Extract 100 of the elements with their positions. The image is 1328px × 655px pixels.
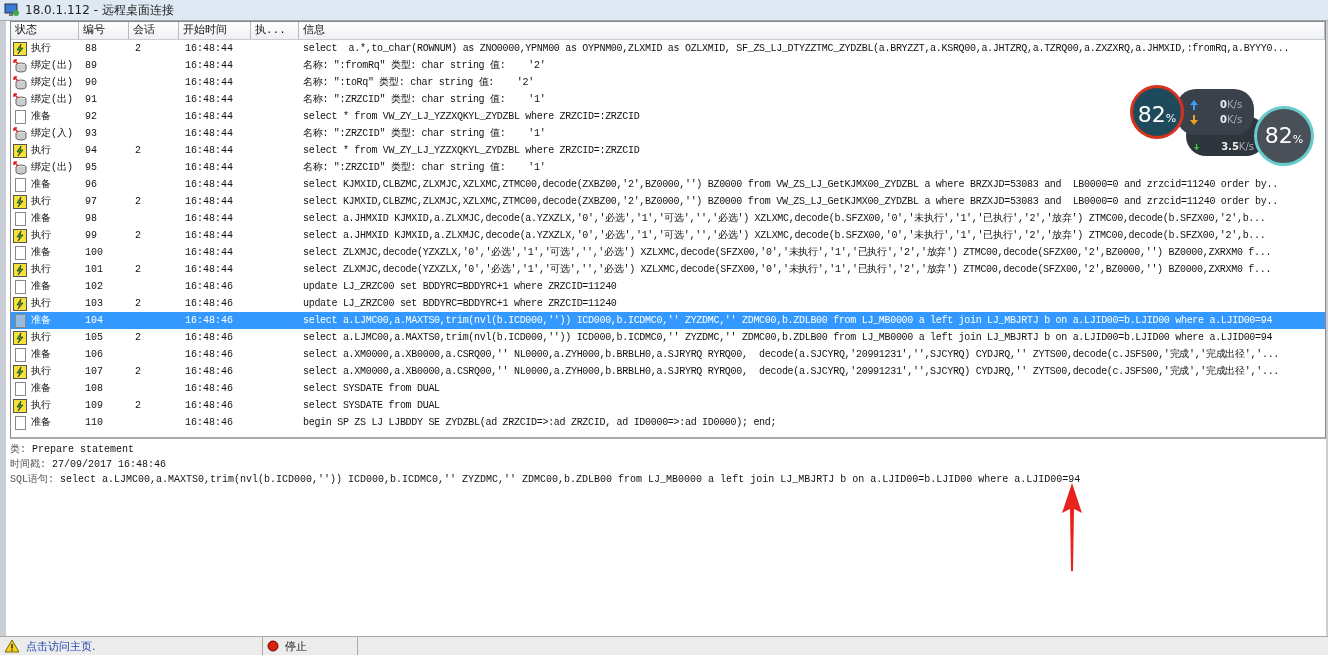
table-cell-text: 16:48:44 — [184, 229, 234, 243]
table-cell-text: 110 — [84, 416, 104, 430]
status-cell[interactable]: 绑定(出) — [11, 91, 79, 108]
column-header[interactable]: 会话 — [129, 22, 179, 39]
table-cell-text: 92 — [84, 110, 98, 124]
field-value: select a.LJMC00,a.MAXTS0,trim(nvl(b.ICD000,'')) ICD000,b.ICDMC0,'' ZYZDMC,'' ZDMC00,b.ZDLB00 from LJ_MB0000 a left join LJ_MBJRTJ b on a.LJID00=b.LJID00 where a.LJID00=94 — [60, 473, 1081, 486]
status-cell[interactable]: 准备 — [11, 210, 79, 227]
stop-dot-icon — [267, 640, 279, 652]
status-cell[interactable]: 执行 — [11, 227, 79, 244]
page-icon — [13, 381, 27, 396]
down-arrow-icon — [1194, 141, 1200, 152]
table-cell-text: 16:48:44 — [184, 195, 234, 209]
table-cell-text: 97 — [84, 195, 98, 209]
status-text: 执行 — [31, 143, 51, 158]
table-cell-text: 16:48:44 — [184, 127, 234, 141]
status-cell[interactable]: 执行 — [11, 397, 79, 414]
homepage-link[interactable]: 点击访问主页. — [26, 638, 96, 654]
table-cell-text: 2 — [134, 229, 142, 243]
table-cell: select * from VW_ZY_LJ_YZZXQKYL_ZYDZBL where ZRZCID=:ZRZCID — [303, 145, 640, 156]
state-text: 停止 — [285, 638, 307, 654]
table-cell-text: 2 — [134, 365, 142, 379]
table-cell: begin SP ZS LJ LJBDDY SE ZYDZBL(ad ZRZCID=>:ad ZRZCID, ad ID0000=>:ad ID0000); end; — [303, 417, 777, 428]
status-cell[interactable]: 执行 — [11, 142, 79, 159]
status-cell[interactable]: 准备 — [11, 380, 79, 397]
window-title: 18.0.1.112 - 远程桌面连接 — [25, 1, 174, 19]
table-cell-text: 98 — [84, 212, 98, 226]
page-icon — [13, 347, 27, 362]
table-cell: 名称: ":fromRq" 类型: char string 值: '2' — [303, 60, 546, 71]
status-cell[interactable]: 绑定(出) — [11, 57, 79, 74]
table-cell-text: 16:48:46 — [184, 399, 234, 413]
status-cell[interactable]: 执行 — [11, 295, 79, 312]
status-text: 执行 — [31, 262, 51, 277]
status-text: 绑定(出) — [31, 75, 73, 90]
page-icon — [13, 245, 27, 260]
table-cell: select KJMXID,CLBZMC,ZLXMJC,XZLXMC,ZTMC00,decode(ZXBZ00,'2',BZ0000,'') BZ0000 from VW_ZS_LJ_GetKJMX00_ZYDZBL a where BRZXJD=53083 and LB0000=0 and zrzcid=11240 order by.. — [303, 196, 1278, 207]
lightning-icon — [13, 296, 27, 311]
status-cell[interactable]: 准备 — [11, 108, 79, 125]
table-cell-text: 2 — [134, 195, 142, 209]
status-text: 绑定(出) — [31, 160, 73, 175]
page-icon — [13, 279, 27, 294]
monitor-icon — [4, 3, 20, 17]
status-cell[interactable]: 准备 — [11, 176, 79, 193]
speed-unit: K/s — [1226, 114, 1243, 125]
table-cell-text: 16:48:46 — [184, 382, 234, 396]
column-header[interactable]: 执... — [251, 22, 299, 39]
status-text: 绑定(出) — [31, 58, 73, 73]
status-cell[interactable]: 准备 — [11, 414, 79, 431]
database-arrow-icon — [13, 126, 27, 141]
table-cell: 名称: ":toRq" 类型: char string 值: '2' — [303, 77, 534, 88]
table-cell-text: 105 — [84, 331, 104, 345]
status-cell[interactable]: 执行 — [11, 193, 79, 210]
status-cell[interactable]: 执行 — [11, 261, 79, 278]
column-header[interactable]: 状态 — [11, 22, 79, 39]
column-header[interactable]: 信息 — [299, 22, 1325, 39]
table-cell-text: 108 — [84, 382, 104, 396]
table-cell-text: 16:48:44 — [184, 144, 234, 158]
field-value: 27/09/2017 16:48:46 — [52, 458, 167, 471]
usage-percent: 82 — [1137, 101, 1166, 129]
status-text: 准备 — [31, 110, 51, 124]
lightning-icon — [13, 330, 27, 345]
status-text: 绑定(入) — [31, 126, 73, 141]
status-cell[interactable]: 绑定(出) — [11, 159, 79, 176]
status-text: 准备 — [31, 246, 51, 260]
table-cell-text: 16:48:44 — [184, 110, 234, 124]
table-cell: select KJMXID,CLBZMC,ZLXMJC,XZLXMC,ZTMC00,decode(ZXBZ00,'2',BZ0000,'') BZ0000 from VW_ZS_LJ_GetKJMX00_ZYDZBL a where BRZXJD=53083 and LB0000=0 and zrzcid=11240 order by.. — [303, 179, 1278, 190]
status-text: 准备 — [31, 178, 51, 192]
status-cell[interactable]: 执行 — [11, 329, 79, 346]
status-text: 准备 — [31, 348, 51, 362]
status-cell[interactable]: 准备 — [11, 278, 79, 295]
column-header[interactable]: 开始时间 — [179, 22, 251, 39]
status-cell[interactable]: 准备 — [11, 346, 79, 363]
table-cell-text: 16:48:46 — [184, 416, 234, 430]
status-cell[interactable]: 执行 — [11, 40, 79, 57]
table-cell: select a.LJMC00,a.MAXTS0,trim(nvl(b.ICD000,'')) ICD000,b.ICDMC0,'' ZYZDMC,'' ZDMC00,b.ZDLB00 from LJ_MB0000 a left join LJ_MBJRTJ b on a.LJID00=b.LJID00 where a.LJID00=94 — [303, 315, 1273, 326]
status-cell[interactable]: 准备 — [11, 244, 79, 261]
table-cell-text: 2 — [134, 331, 142, 345]
status-cell[interactable]: 绑定(出) — [11, 74, 79, 91]
table-cell: select a.JHMXID KJMXID,a.ZLXMJC,decode(a.YZXZLX,'0','必选','1','可选','','必选') XZLXMC,decode(b.SFZX00,'0','未执行','1','已执行','2','放弃') ZTMC00,decode(b.SFZX00,'2',b... — [303, 213, 1266, 224]
lightning-icon — [13, 41, 27, 56]
lightning-icon — [13, 398, 27, 413]
percent-sign: % — [1165, 112, 1177, 127]
table-cell-text: 16:48:44 — [184, 93, 234, 107]
lightning-icon — [13, 143, 27, 158]
table-cell-text: 16:48:44 — [184, 161, 234, 175]
column-header[interactable]: 编号 — [79, 22, 129, 39]
page-icon — [13, 177, 27, 192]
lightning-icon — [13, 364, 27, 379]
table-cell: 名称: ":ZRZCID" 类型: char string 值: '1' — [303, 128, 546, 139]
table-cell: update LJ_ZRZC00 set BDDYRC=BDDYRC+1 where ZRZCID=11240 — [303, 281, 617, 292]
table-cell-text: 16:48:44 — [184, 263, 234, 277]
table-cell-text: 96 — [84, 178, 98, 192]
table-cell-text: 102 — [84, 280, 104, 294]
status-text: 准备 — [31, 280, 51, 294]
table-cell: select a.LJMC00,a.MAXTS0,trim(nvl(b.ICD000,'')) ICD000,b.ICDMC0,'' ZYZDMC,'' ZDMC00,b.ZDLB00 from LJ_MB0000 a left join LJ_MBJRTJ b on a.LJID00=b.LJID00 where a.LJID00=94 — [303, 332, 1273, 343]
status-cell[interactable]: 绑定(入) — [11, 125, 79, 142]
database-arrow-icon — [13, 58, 27, 73]
status-cell[interactable]: 执行 — [11, 363, 79, 380]
database-arrow-icon — [13, 160, 27, 175]
table-cell-text: 16:48:46 — [184, 365, 234, 379]
table-cell: update LJ_ZRZC00 set BDDYRC=BDDYRC+1 where ZRZCID=11240 — [303, 298, 617, 309]
